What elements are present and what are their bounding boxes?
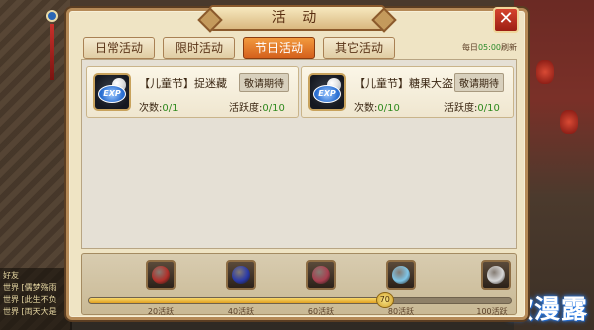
chat-line: 好友 [3, 271, 19, 280]
active-label: 活跃度: [229, 103, 263, 114]
activity-card[interactable]: EXP 【儿童节】捉迷藏 敬请期待 次数:0/1 活跃度:0/10 [86, 66, 299, 118]
milestone-label: 60活跃 [307, 307, 335, 316]
tab-limited[interactable]: 限时活动 [163, 37, 235, 59]
active-label: 活跃度: [444, 103, 478, 114]
activity-active: 活跃度:0/10 [444, 99, 500, 114]
chat-line: 世界 [両天大是 [3, 307, 57, 316]
activity-state-button[interactable]: 敬请期待 [454, 73, 504, 92]
activity-count: 次数:0/10 [354, 99, 400, 114]
progress-track [88, 297, 512, 304]
red-gem-icon [152, 266, 170, 284]
refresh-time: 05:00 [477, 43, 501, 52]
lantern-icon [560, 110, 578, 134]
refresh-prefix: 每日 [461, 43, 478, 52]
reward-chest[interactable] [226, 260, 256, 290]
activity-count: 次数:0/1 [139, 99, 178, 114]
activity-panel: 活 动 ✕ 日常活动 限时活动 节日活动 其它活动 每日05:00刷新 EXP … [66, 5, 528, 320]
count-label: 次数: [354, 103, 378, 114]
tab-daily[interactable]: 日常活动 [83, 37, 155, 59]
tab-bar: 日常活动 限时活动 节日活动 其它活动 [83, 37, 395, 59]
activity-name: 【儿童节】糖果大盗 [354, 77, 453, 90]
chat-line: 世界 [此生不负 [3, 295, 57, 304]
ornament-tassel [50, 24, 54, 80]
exp-icon: EXP [93, 73, 131, 111]
activity-card[interactable]: EXP 【儿童节】糖果大盗 敬请期待 次数:0/10 活跃度:0/10 [301, 66, 514, 118]
activity-active: 活跃度:0/10 [229, 99, 285, 114]
tab-festival[interactable]: 节日活动 [243, 37, 315, 59]
chat-line: 世界 [儒梦殇雨 [3, 283, 57, 292]
activity-state-button[interactable]: 敬请期待 [239, 73, 289, 92]
activity-list: EXP 【儿童节】捉迷藏 敬请期待 次数:0/1 活跃度:0/10 EXP 【儿… [81, 59, 517, 249]
lantern-icon [536, 60, 554, 84]
exp-icon: EXP [308, 73, 346, 111]
count-value: 0/1 [162, 103, 179, 114]
close-button[interactable]: ✕ [493, 7, 519, 33]
silver-ingot-icon [487, 266, 505, 284]
progress-fill [89, 298, 385, 303]
refresh-suffix: 刷新 [501, 43, 517, 52]
exp-badge: EXP [98, 85, 126, 103]
milestone-label: 20活跃 [147, 307, 175, 316]
reward-bar: 70 20活跃 40活跃 60活跃 80活跃 100活跃 [81, 253, 517, 316]
activity-name: 【儿童节】捉迷藏 [139, 77, 227, 90]
reward-chest[interactable] [146, 260, 176, 290]
count-value: 0/10 [377, 103, 400, 114]
active-value: 0/10 [477, 103, 500, 114]
milestone-label: 80活跃 [387, 307, 415, 316]
red-stones-icon [312, 266, 330, 284]
reward-chest[interactable] [386, 260, 416, 290]
blue-orb-icon [232, 266, 250, 284]
milestone-label: 100活跃 [476, 307, 508, 316]
refresh-info: 每日05:00刷新 [462, 42, 517, 53]
ornament-knot [46, 10, 58, 22]
reward-chest[interactable] [306, 260, 336, 290]
exp-badge: EXP [313, 85, 341, 103]
chat-log[interactable]: 好友 世界 [儒梦殇雨 世界 [此生不负 世界 [両天大是 [0, 268, 72, 330]
tab-other[interactable]: 其它活动 [323, 37, 395, 59]
active-value: 0/10 [262, 103, 285, 114]
reward-chest[interactable] [481, 260, 511, 290]
tassel-ornament-icon [40, 10, 64, 80]
panel-title: 活 动 [209, 5, 385, 31]
milestone-label: 40活跃 [227, 307, 255, 316]
potion-bottle-icon [392, 266, 410, 284]
count-label: 次数: [139, 103, 163, 114]
